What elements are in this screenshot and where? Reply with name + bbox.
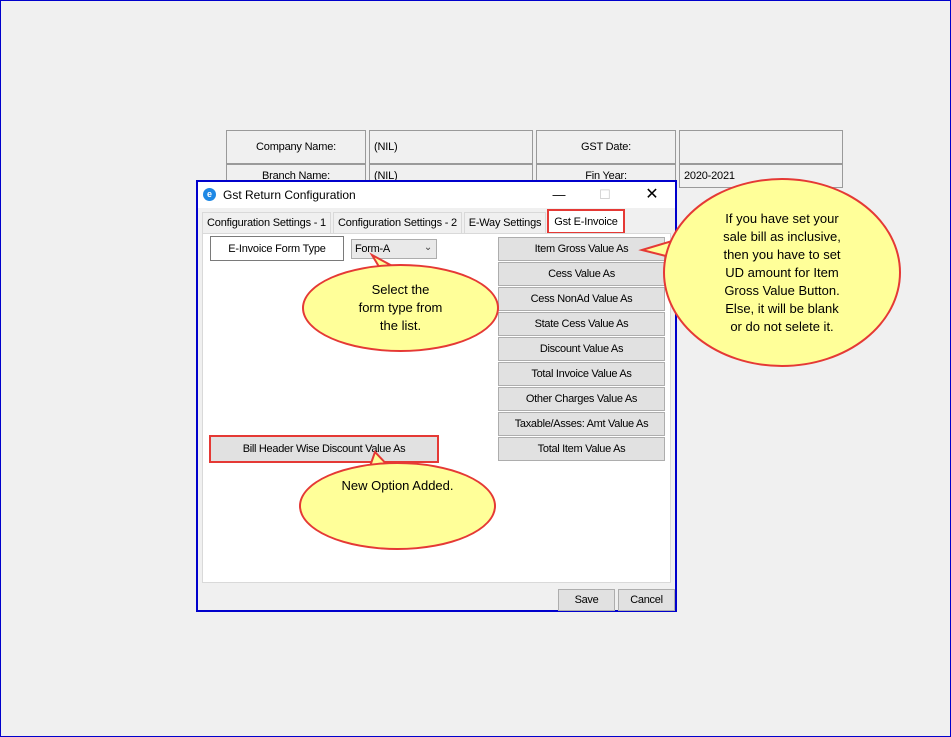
form-type-select[interactable]: Form-A ⌄	[351, 239, 437, 259]
state-cess-value-button[interactable]: State Cess Value As	[498, 312, 665, 336]
tab-e-way-settings[interactable]: E-Way Settings	[464, 212, 546, 233]
close-icon[interactable]: ✕	[629, 182, 675, 208]
callout-line: form type from	[358, 300, 443, 315]
dialog-title: Gst Return Configuration	[223, 188, 356, 202]
chevron-down-icon: ⌄	[423, 242, 432, 253]
total-item-value-button[interactable]: Total Item Value As	[498, 437, 665, 461]
gst-date-label: GST Date:	[536, 130, 676, 164]
callout-line: Else, it will be blank	[725, 300, 839, 316]
bill-header-wise-discount-button[interactable]: Bill Header Wise Discount Value As	[209, 435, 439, 463]
callout-line: or do not selete it.	[730, 318, 834, 334]
company-name-label: Company Name:	[226, 130, 366, 164]
form-type-callout: Select the form type from the list.	[302, 264, 499, 352]
tab-configuration-settings-1[interactable]: Configuration Settings - 1	[202, 212, 331, 233]
save-button[interactable]: Save	[558, 589, 615, 611]
callout-line: New Option Added.	[341, 478, 454, 493]
callout-line: Select the	[371, 282, 430, 297]
gst-return-configuration-dialog: e Gst Return Configuration — ☐ ✕ Configu…	[196, 180, 677, 612]
callout-line: Gross Value Button.	[724, 282, 840, 298]
other-charges-value-button[interactable]: Other Charges Value As	[498, 387, 665, 411]
tab-configuration-settings-2[interactable]: Configuration Settings - 2	[333, 212, 462, 233]
e-invoice-form-type-label: E-Invoice Form Type	[210, 236, 344, 261]
callout-line: If you have set your	[725, 210, 839, 226]
gst-date-value	[679, 130, 843, 164]
title-bar[interactable]: e Gst Return Configuration — ☐ ✕	[198, 182, 675, 208]
cess-value-button[interactable]: Cess Value As	[498, 262, 665, 286]
tab-gst-e-invoice[interactable]: Gst E-Invoice	[547, 209, 625, 234]
new-option-callout: New Option Added.	[299, 462, 496, 550]
form-type-value: Form-A	[355, 243, 390, 255]
callout-line: then you have to set	[723, 246, 841, 262]
maximize-icon: ☐	[599, 187, 611, 202]
company-name-value: (NIL)	[369, 130, 533, 164]
app-logo-icon: e	[203, 188, 216, 201]
taxable-asses-amt-value-button[interactable]: Taxable/Asses: Amt Value As	[498, 412, 665, 436]
item-gross-value-button[interactable]: Item Gross Value As	[498, 237, 665, 261]
callout-line: UD amount for Item	[725, 264, 839, 280]
callout-line: the list.	[379, 318, 422, 333]
discount-value-button[interactable]: Discount Value As	[498, 337, 665, 361]
item-gross-callout: If you have set your sale bill as inclus…	[663, 178, 901, 367]
callout-line: sale bill as inclusive,	[723, 228, 841, 244]
total-invoice-value-button[interactable]: Total Invoice Value As	[498, 362, 665, 386]
minimize-icon[interactable]: —	[536, 182, 582, 208]
cess-nonad-value-button[interactable]: Cess NonAd Value As	[498, 287, 665, 311]
cancel-button[interactable]: Cancel	[618, 589, 675, 611]
